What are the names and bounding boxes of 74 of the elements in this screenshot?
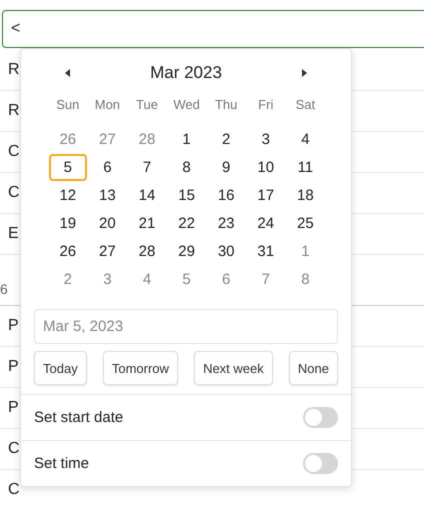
calendar-day[interactable]: 27 <box>88 238 126 265</box>
list-item[interactable]: P <box>8 399 19 417</box>
calendar-day[interactable]: 6 <box>207 266 246 293</box>
calendar-day[interactable]: 25 <box>286 210 324 237</box>
calendar-day[interactable]: 26 <box>48 238 87 265</box>
calendar-day[interactable]: 29 <box>168 238 206 265</box>
toggle-switch[interactable] <box>303 407 338 428</box>
list-item[interactable]: C <box>8 184 20 202</box>
calendar-day[interactable]: 22 <box>168 210 206 237</box>
calendar-day[interactable]: 7 <box>128 154 166 181</box>
list-item[interactable]: R <box>8 61 20 79</box>
list-item[interactable]: E <box>8 225 19 243</box>
toggle-label: Set start date <box>34 409 124 426</box>
weekday-label: Mon <box>94 96 122 114</box>
calendar-day[interactable]: 5 <box>168 266 206 293</box>
left-triangle-icon <box>65 69 71 77</box>
calendar-day[interactable]: 15 <box>168 182 206 209</box>
calendar-day[interactable]: 13 <box>88 182 126 209</box>
input-field[interactable]: < <box>2 10 424 48</box>
calendar-day[interactable]: 16 <box>207 182 246 209</box>
calendar-day[interactable]: 26 <box>48 126 87 153</box>
calendar-day[interactable]: 14 <box>128 182 166 209</box>
calendar-day[interactable]: 27 <box>88 126 126 153</box>
calendar-day[interactable]: 21 <box>128 210 166 237</box>
calendar-day[interactable]: 2 <box>48 266 87 293</box>
calendar-day[interactable]: 8 <box>286 266 324 293</box>
calendar-day[interactable]: 4 <box>286 126 324 153</box>
calendar-day[interactable]: 12 <box>48 182 87 209</box>
calendar-day[interactable]: 31 <box>246 238 285 265</box>
toggle-switch[interactable] <box>303 453 338 474</box>
weekday-label: Tue <box>135 96 159 114</box>
calendar-day[interactable]: 19 <box>48 210 87 237</box>
calendar-day[interactable]: 8 <box>168 154 206 181</box>
weekday-label: Sun <box>55 96 80 114</box>
calendar-day[interactable]: 23 <box>207 210 246 237</box>
date-input-field[interactable]: Mar 5, 2023 <box>34 309 338 344</box>
list-item[interactable]: P <box>8 358 19 376</box>
list-item[interactable]: C <box>8 143 20 161</box>
weekday-label: Fri <box>257 96 274 114</box>
calendar-day[interactable]: 5 <box>48 154 87 181</box>
weekday-label: Wed <box>172 96 201 114</box>
weekday-label: Thu <box>214 96 238 114</box>
calendar-day[interactable]: 10 <box>246 154 285 181</box>
toggle-label: Set time <box>34 455 90 472</box>
weekday-label: Sat <box>294 96 316 114</box>
calendar-day[interactable]: 20 <box>88 210 126 237</box>
quick-date-button[interactable]: None <box>288 351 338 385</box>
quick-date-button[interactable]: Next week <box>194 351 273 385</box>
quick-date-button[interactable]: Today <box>34 351 87 385</box>
calendar-day[interactable]: 11 <box>286 154 324 181</box>
calendar-day[interactable]: 6 <box>88 154 126 181</box>
calendar-day[interactable]: 17 <box>246 182 285 209</box>
calendar-day[interactable]: 7 <box>246 266 285 293</box>
calendar-day[interactable]: 1 <box>286 238 324 265</box>
previous-month-button[interactable] <box>63 67 73 79</box>
list-item[interactable]: P <box>8 317 19 335</box>
calendar-day[interactable]: 30 <box>207 238 246 265</box>
list-item[interactable]: R <box>8 102 20 120</box>
quick-date-button[interactable]: Tomorrow <box>102 351 178 385</box>
right-triangle-icon <box>300 69 307 77</box>
calendar-day[interactable]: 4 <box>128 266 166 293</box>
month-title: Mar 2023 <box>150 63 222 83</box>
calendar-day[interactable]: 28 <box>128 126 166 153</box>
calendar-day[interactable]: 3 <box>246 126 285 153</box>
calendar-day[interactable]: 24 <box>246 210 285 237</box>
section-header: 6 <box>0 281 8 297</box>
calendar-day[interactable]: 18 <box>286 182 324 209</box>
calendar-day[interactable]: 28 <box>128 238 166 265</box>
list-item[interactable]: C <box>8 481 20 499</box>
calendar-day[interactable]: 9 <box>207 154 246 181</box>
calendar-day[interactable]: 2 <box>207 126 246 153</box>
list-item[interactable]: C <box>8 440 20 458</box>
calendar-day[interactable]: 1 <box>168 126 206 153</box>
calendar-day[interactable]: 3 <box>88 266 126 293</box>
